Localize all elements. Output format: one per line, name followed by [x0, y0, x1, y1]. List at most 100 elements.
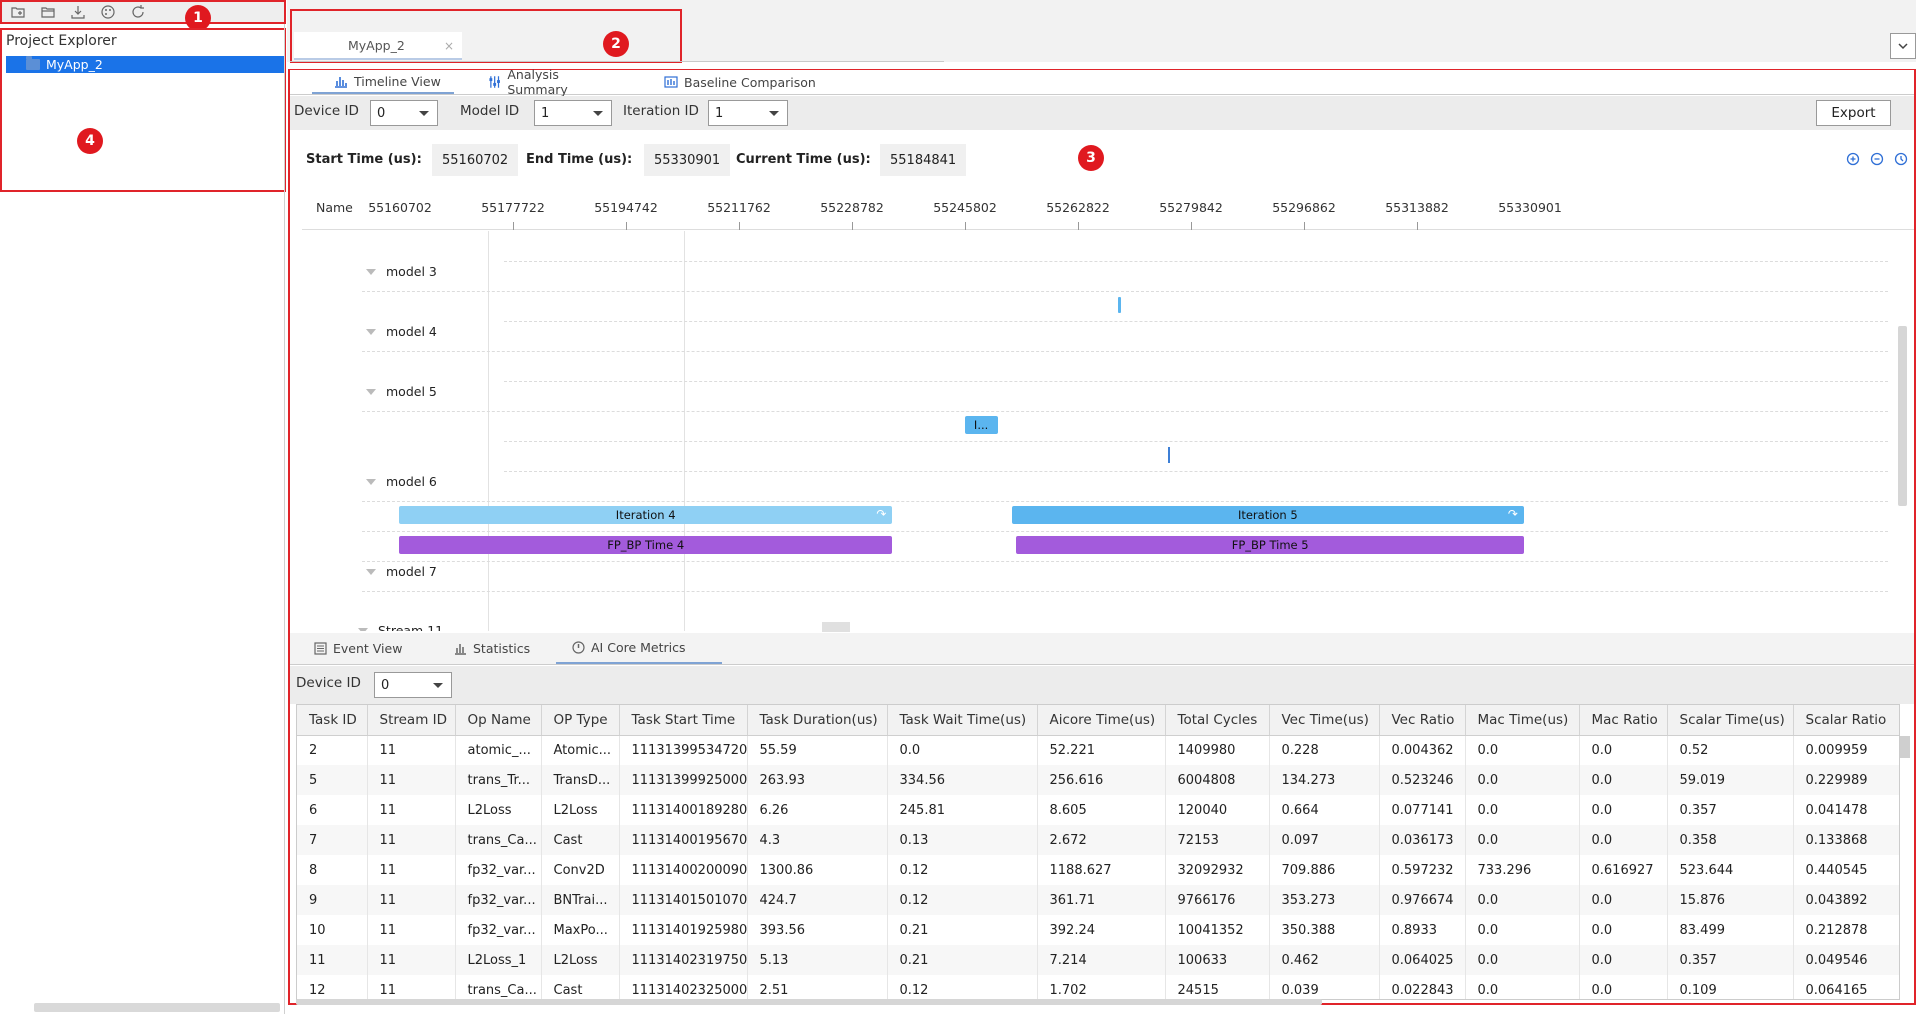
table-cell: 0.0: [1579, 825, 1668, 855]
column-header[interactable]: Vec Ratio: [1379, 705, 1466, 736]
table-vertical-scrollbar[interactable]: [1900, 736, 1910, 758]
model-id-select[interactable]: 1: [534, 100, 612, 126]
timeline-bar-iteration-5[interactable]: Iteration 5 ↷: [1011, 506, 1524, 524]
event-marker[interactable]: [1168, 447, 1170, 463]
column-header[interactable]: Task Start Time: [619, 705, 748, 736]
table-cell: 0.0: [1465, 975, 1580, 999]
collapse-triangle-icon[interactable]: [366, 568, 376, 575]
row-stream-11[interactable]: Stream 11: [358, 623, 443, 631]
device-id-select[interactable]: 0: [370, 100, 438, 126]
row-model-4[interactable]: model 4: [366, 324, 437, 339]
table-row[interactable]: 12 11 trans_Ca... Cast 11131402325000 2.51 0.1…: [297, 975, 1899, 999]
timeline-bar-iteration-4[interactable]: Iteration 4 ↷: [399, 506, 893, 524]
table-horizontal-scrollbar[interactable]: [296, 999, 1322, 1005]
table-cell: atomic_...: [455, 735, 542, 765]
table-cell: 0.597232: [1379, 855, 1466, 885]
reset-zoom-icon[interactable]: [1894, 152, 1909, 167]
column-header[interactable]: Task ID: [297, 705, 368, 736]
row-model-5[interactable]: model 5: [366, 384, 437, 399]
column-header[interactable]: OP Type: [541, 705, 620, 736]
timeline-body[interactable]: model 3 model 4 model 5 model 6 model 7 …: [302, 231, 1898, 631]
tab-list-dropdown-button[interactable]: [1890, 33, 1916, 59]
table-cell: 0.228: [1269, 735, 1380, 765]
table-cell: 0.13: [887, 825, 1038, 855]
timeline-vertical-scrollbar[interactable]: [1898, 326, 1907, 506]
tab-statistics[interactable]: Statistics: [454, 633, 554, 664]
axis-tick-label: 55279842: [1159, 200, 1223, 215]
iteration-id-select[interactable]: 1: [708, 100, 788, 126]
event-marker[interactable]: [1118, 297, 1121, 313]
collapse-triangle-icon[interactable]: [366, 478, 376, 485]
start-time-value: 55160702: [432, 144, 519, 176]
explorer-horizontal-scrollbar[interactable]: [34, 1003, 280, 1012]
row-model-7[interactable]: model 7: [366, 564, 437, 579]
column-header[interactable]: Aicore Time(us): [1037, 705, 1166, 736]
table-row[interactable]: 9 11 fp32_var... BNTrai... 11131401501070 424…: [297, 885, 1899, 915]
tab-ai-core-metrics[interactable]: AI Core Metrics: [556, 633, 722, 664]
column-header[interactable]: Mac Ratio: [1579, 705, 1668, 736]
import-icon[interactable]: [70, 4, 86, 20]
theme-icon[interactable]: [100, 4, 116, 20]
table-cell: Cast: [541, 825, 620, 855]
collapse-triangle-icon[interactable]: [366, 328, 376, 335]
collapse-triangle-icon[interactable]: [366, 388, 376, 395]
row-model-3[interactable]: model 3: [366, 264, 437, 279]
bar-label: I...: [973, 418, 989, 432]
refresh-icon[interactable]: [130, 4, 146, 20]
left-panel-divider[interactable]: [284, 24, 285, 1014]
table-row[interactable]: 11 11 L2Loss_1 L2Loss 11131402319750 5.13 0.21…: [297, 945, 1899, 975]
table-row[interactable]: 6 11 L2Loss L2Loss 11131400189280 6.26 245.81 8…: [297, 795, 1899, 825]
collapse-triangle-icon[interactable]: [358, 627, 368, 631]
column-header[interactable]: Vec Time(us): [1269, 705, 1380, 736]
table-cell: 1300.86: [747, 855, 888, 885]
column-header[interactable]: Total Cycles: [1165, 705, 1270, 736]
column-header[interactable]: Task Duration(us): [747, 705, 888, 736]
table-cell: 6004808: [1165, 765, 1270, 795]
export-button[interactable]: Export: [1816, 100, 1891, 126]
table-cell: 0.041478: [1793, 795, 1899, 825]
table-cell: 59.019: [1667, 765, 1794, 795]
table-cell: 0.039: [1269, 975, 1380, 999]
table-cell: 0.12: [887, 855, 1038, 885]
new-project-icon[interactable]: [10, 4, 26, 20]
tab-baseline-comparison[interactable]: Baseline Comparison: [652, 70, 822, 94]
metrics-device-id-value: 0: [381, 677, 390, 693]
column-header[interactable]: Stream ID: [367, 705, 456, 736]
table-row[interactable]: 5 11 trans_Tr... TransD... 11131399925000 263…: [297, 765, 1899, 795]
row-model-6[interactable]: model 6: [366, 474, 437, 489]
table-cell: trans_Ca...: [455, 825, 542, 855]
table-row[interactable]: 10 11 fp32_var... MaxPo... 11131401925980 393…: [297, 915, 1899, 945]
tab-timeline-view[interactable]: Timeline View: [312, 70, 454, 94]
column-header[interactable]: Scalar Time(us): [1667, 705, 1794, 736]
zoom-out-icon[interactable]: [1870, 152, 1885, 167]
column-header[interactable]: Scalar Ratio: [1793, 705, 1899, 736]
table-cell: 11131399925000: [619, 765, 748, 795]
timeline-bar-iteration-short[interactable]: I...: [964, 416, 998, 434]
axis-tick-mark: [1191, 222, 1192, 230]
timeline-bar-fpbp-5[interactable]: FP_BP Time 5: [1016, 536, 1524, 554]
table-cell: 0.0: [1579, 915, 1668, 945]
sliders-icon: [489, 76, 500, 88]
tab-event-view[interactable]: Event View: [314, 633, 426, 664]
table-cell: 7.214: [1037, 945, 1166, 975]
table-cell: 0.358: [1667, 825, 1794, 855]
metrics-device-id-select[interactable]: 0: [374, 672, 452, 698]
tab-analysis-summary[interactable]: Analysis Summary: [468, 67, 618, 97]
open-folder-icon[interactable]: [40, 4, 56, 20]
table-row[interactable]: 2 11 atomic_... Atomic... 11131399534720 55.5…: [297, 735, 1899, 765]
explorer-item-myapp[interactable]: MyApp_2: [6, 56, 284, 73]
annotation-badge-2: 2: [603, 31, 629, 57]
close-icon[interactable]: ×: [444, 39, 454, 53]
zoom-in-icon[interactable]: [1846, 152, 1861, 167]
column-header[interactable]: Op Name: [455, 705, 542, 736]
column-header[interactable]: Mac Time(us): [1465, 705, 1580, 736]
editor-tab-myapp[interactable]: MyApp_2 ×: [294, 32, 462, 60]
collapse-triangle-icon[interactable]: [366, 268, 376, 275]
timeline-splitter-handle[interactable]: [822, 622, 850, 632]
table-row[interactable]: 8 11 fp32_var... Conv2D 11131400200090 1300.8…: [297, 855, 1899, 885]
table-cell: 100633: [1165, 945, 1270, 975]
device-id-value: 0: [377, 105, 386, 121]
timeline-bar-fpbp-4[interactable]: FP_BP Time 4: [399, 536, 893, 554]
table-row[interactable]: 7 11 trans_Ca... Cast 11131400195670 4.3 0.13 2…: [297, 825, 1899, 855]
column-header[interactable]: Task Wait Time(us): [887, 705, 1038, 736]
